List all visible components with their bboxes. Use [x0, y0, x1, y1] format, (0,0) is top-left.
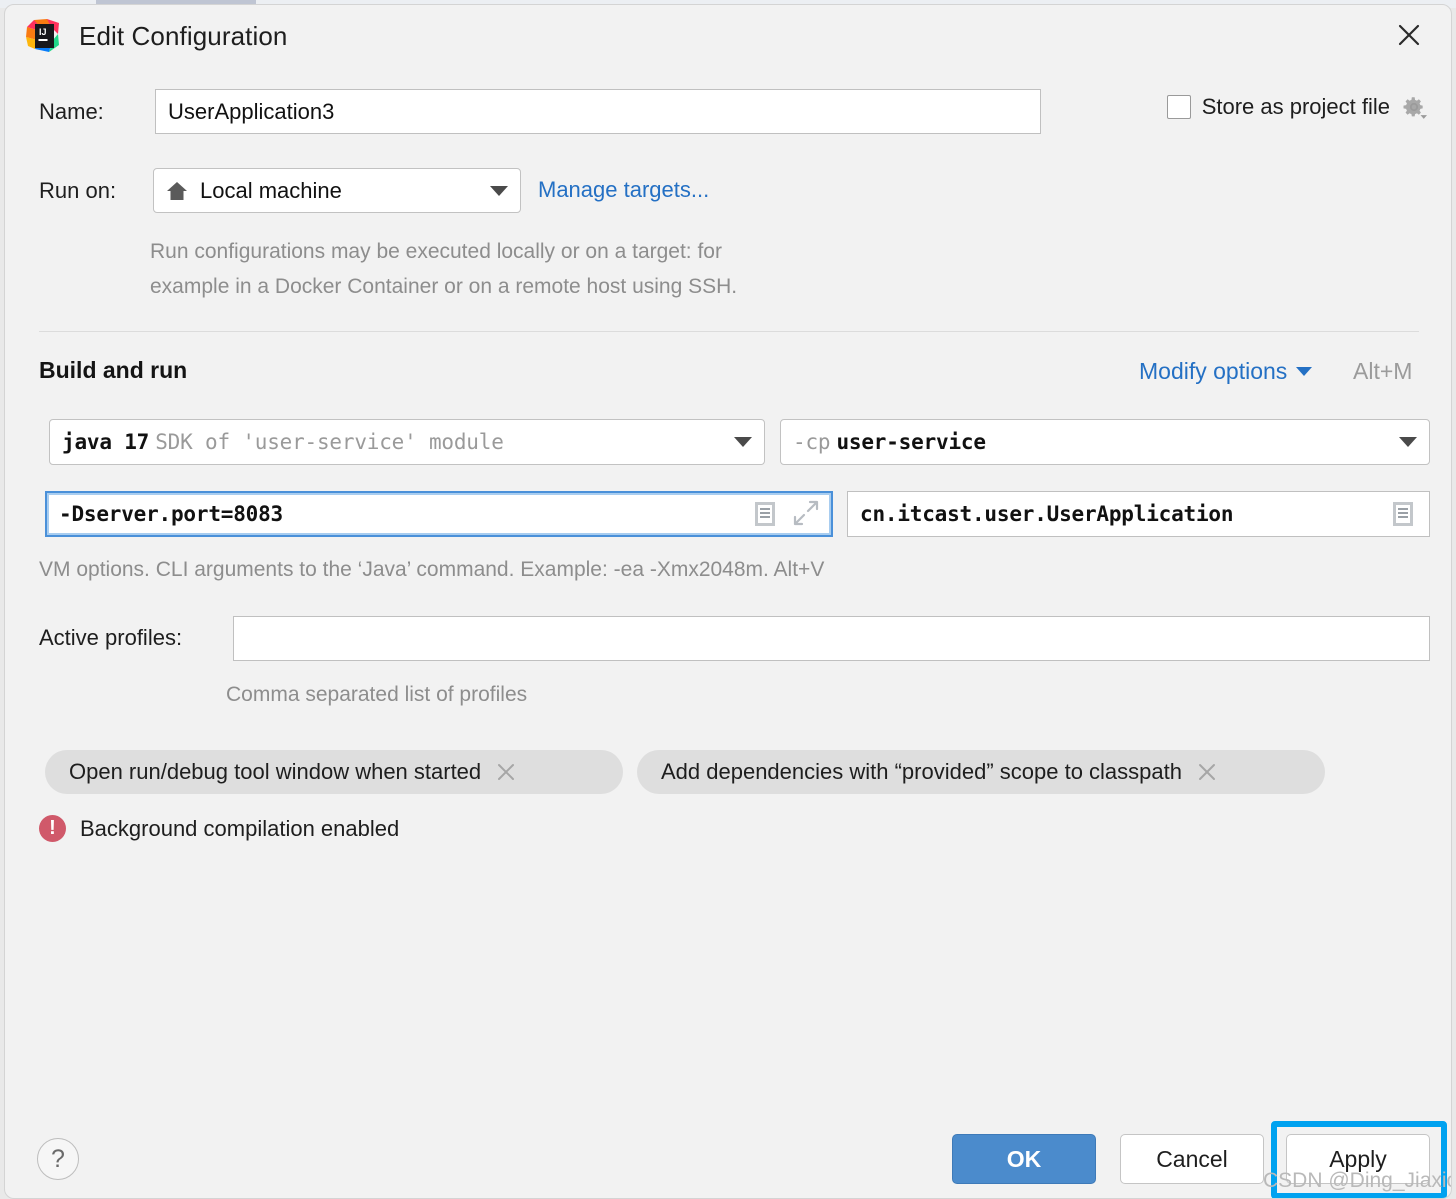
- chevron-down-icon: [734, 437, 752, 447]
- background-compilation-warning-row: ! Background compilation enabled: [39, 815, 399, 842]
- store-as-project-file-row: Store as project file: [1166, 93, 1429, 121]
- gear-icon[interactable]: [1401, 93, 1429, 121]
- store-as-project-file-checkbox[interactable]: [1166, 95, 1191, 119]
- dialog-titlebar: IJ Edit Configuration: [5, 5, 1451, 67]
- chip-open-run-debug-tool-window[interactable]: Open run/debug tool window when started: [45, 750, 623, 794]
- jre-primary-label: java 17: [62, 430, 150, 454]
- classpath-combo[interactable]: -cp user-service: [780, 419, 1430, 465]
- run-on-target-value: Local machine: [200, 177, 342, 203]
- modify-options-button[interactable]: Modify options: [1139, 358, 1313, 385]
- vm-options-value: -Dserver.port=8083: [59, 502, 283, 526]
- chip-close-icon[interactable]: [1196, 761, 1218, 783]
- close-icon[interactable]: [1389, 15, 1429, 55]
- name-label: Name:: [39, 99, 104, 124]
- chevron-down-icon: [490, 185, 508, 196]
- svg-text:IJ: IJ: [39, 27, 47, 37]
- chip-label: Open run/debug tool window when started: [69, 759, 482, 784]
- page-title: Edit Configuration: [79, 21, 288, 51]
- jre-secondary-label: SDK of 'user-service' module: [155, 430, 504, 454]
- main-class-value: cn.itcast.user.UserApplication: [860, 502, 1234, 526]
- active-profiles-hint: Comma separated list of profiles: [226, 683, 528, 706]
- chevron-down-icon: [1296, 367, 1313, 376]
- main-class-input[interactable]: cn.itcast.user.UserApplication: [847, 491, 1430, 537]
- run-on-description-line2: example in a Docker Container or on a re…: [150, 275, 738, 298]
- active-profiles-label: Active profiles:: [39, 625, 183, 650]
- jre-combo[interactable]: java 17 SDK of 'user-service' module: [49, 419, 765, 465]
- intellij-idea-logo-icon: IJ: [25, 18, 61, 54]
- active-profiles-input[interactable]: [233, 616, 1430, 661]
- classpath-module-label: user-service: [836, 430, 986, 454]
- error-circle-icon: !: [39, 815, 66, 842]
- document-list-icon[interactable]: [1391, 500, 1417, 528]
- chip-close-icon[interactable]: [495, 761, 517, 783]
- ok-button[interactable]: OK: [952, 1134, 1096, 1184]
- run-on-label: Run on:: [39, 178, 117, 203]
- name-input[interactable]: UserApplication3: [155, 89, 1041, 134]
- manage-targets-link[interactable]: Manage targets...: [538, 177, 709, 203]
- edit-configuration-dialog: IJ Edit Configuration Name: UserApplicat…: [4, 4, 1452, 1199]
- classpath-prefix-label: -cp: [793, 430, 831, 454]
- vm-options-hint: VM options. CLI arguments to the ‘Java’ …: [39, 558, 825, 581]
- home-icon: [166, 180, 188, 202]
- document-list-icon[interactable]: [753, 500, 779, 528]
- name-input-value: UserApplication3: [168, 98, 335, 124]
- section-divider: [39, 331, 1419, 332]
- chevron-down-icon: [1399, 437, 1417, 447]
- help-button[interactable]: ?: [37, 1138, 79, 1180]
- error-message: Background compilation enabled: [80, 815, 400, 841]
- vm-options-input[interactable]: -Dserver.port=8083: [45, 491, 833, 537]
- store-as-project-file-label: Store as project file: [1201, 94, 1390, 119]
- modify-options-label: Modify options: [1139, 358, 1288, 384]
- modify-options-shortcut: Alt+M: [1353, 358, 1413, 384]
- apply-button[interactable]: Apply: [1286, 1134, 1430, 1184]
- run-on-target-combo[interactable]: Local machine: [153, 168, 521, 213]
- run-on-description-line1: Run configurations may be executed local…: [150, 240, 722, 263]
- chip-label: Add dependencies with “provided” scope t…: [661, 759, 1182, 784]
- expand-icon[interactable]: [793, 500, 819, 528]
- build-and-run-section-title: Build and run: [39, 357, 188, 383]
- cancel-button[interactable]: Cancel: [1120, 1134, 1264, 1184]
- chip-add-dependencies-provided-scope[interactable]: Add dependencies with “provided” scope t…: [637, 750, 1325, 794]
